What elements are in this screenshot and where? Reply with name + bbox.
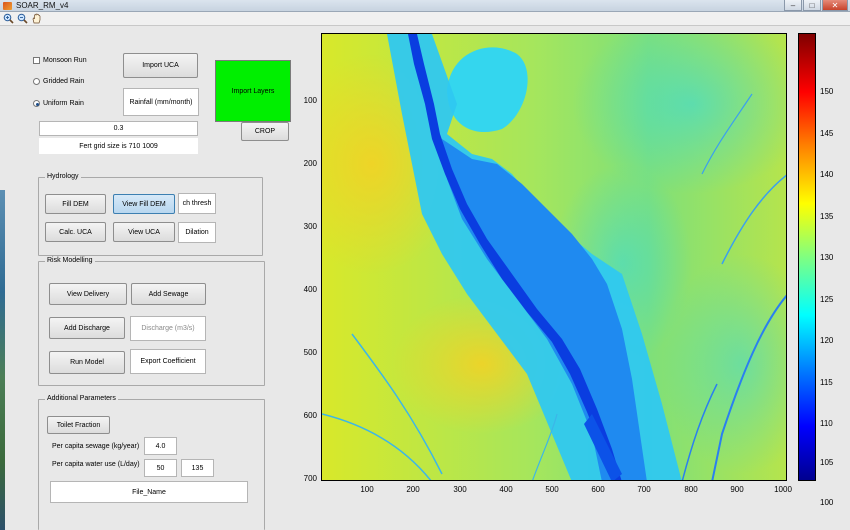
colorbar-tick-label: 145 <box>820 129 834 138</box>
colorbar-tick-label: 110 <box>820 419 833 428</box>
uniform-rain-radio[interactable]: Uniform Rain <box>33 100 84 107</box>
colorbar-tick-label: 115 <box>820 378 833 387</box>
zoom-out-icon[interactable] <box>17 13 28 24</box>
run-model-button[interactable]: Run Model <box>49 351 125 374</box>
maximize-button[interactable]: □ <box>803 0 821 11</box>
monsoon-run-label: Monsoon Run <box>43 57 87 64</box>
colorbar-tick-label: 135 <box>820 212 834 221</box>
calc-uca-button[interactable]: Calc. UCA <box>45 222 106 242</box>
import-layers-button[interactable]: Import Layers <box>215 60 291 122</box>
toilet-fraction-button[interactable]: Toilet Fraction <box>47 416 110 434</box>
zoom-in-icon[interactable] <box>3 13 14 24</box>
view-delivery-button[interactable]: View Delivery <box>49 283 127 305</box>
discharge-field[interactable]: Discharge (m3/s) <box>130 316 206 341</box>
colorbar <box>798 33 816 481</box>
x-tick-label: 400 <box>499 485 513 494</box>
add-sewage-button[interactable]: Add Sewage <box>131 283 206 305</box>
gridded-rain-radio[interactable]: Gridded Rain <box>33 78 84 85</box>
add-discharge-button[interactable]: Add Discharge <box>49 317 125 339</box>
colorbar-tick-label: 120 <box>820 336 834 345</box>
x-tick-label: 1000 <box>774 485 792 494</box>
gridded-rain-label: Gridded Rain <box>43 78 85 85</box>
colorbar-tick-label: 130 <box>820 253 834 262</box>
monsoon-run-checkbox[interactable]: Monsoon Run <box>33 57 87 64</box>
per-capita-water-min-field[interactable]: 50 <box>144 459 177 477</box>
colorbar-tick-label: 105 <box>820 458 834 467</box>
figure-toolbar <box>0 12 850 26</box>
x-tick-label: 200 <box>406 485 420 494</box>
hydrology-group: Hydrology <box>38 173 263 256</box>
radio-circle-selected[interactable] <box>33 100 40 107</box>
x-tick-label: 500 <box>545 485 559 494</box>
y-tick-label: 200 <box>303 159 317 168</box>
per-capita-water-label: Per capita water use (L/day) <box>52 461 140 468</box>
window-controls: – □ ✕ <box>784 0 848 11</box>
radio-circle[interactable] <box>33 78 40 85</box>
dem-map-plot[interactable] <box>321 33 787 481</box>
uniform-rain-label: Uniform Rain <box>43 100 84 107</box>
y-tick-label: 500 <box>303 348 317 357</box>
close-button[interactable]: ✕ <box>822 0 848 11</box>
import-uca-button[interactable]: Import UCA <box>123 53 198 78</box>
per-capita-sewage-label: Per capita sewage (kg/year) <box>52 443 140 450</box>
per-capita-water-max-field[interactable]: 135 <box>181 459 214 477</box>
grid-size-text: Fert grid size is 710 1009 <box>39 138 198 154</box>
view-uca-button[interactable]: View UCA <box>113 222 175 242</box>
rainfall-field[interactable]: Rainfall (mm/month) <box>123 88 199 116</box>
ch-thresh-field[interactable]: ch thresh <box>178 193 216 214</box>
matlab-app-icon <box>3 2 12 10</box>
risk-modelling-title: Risk Modelling <box>45 257 95 264</box>
fill-dem-button[interactable]: Fill DEM <box>45 194 106 214</box>
x-tick-label: 700 <box>637 485 651 494</box>
view-fill-dem-button[interactable]: View Fill DEM <box>113 194 175 214</box>
x-tick-label: 300 <box>453 485 467 494</box>
dilation-field[interactable]: Dilation <box>178 222 216 243</box>
pan-hand-icon[interactable] <box>31 13 42 24</box>
y-tick-label: 300 <box>303 222 317 231</box>
colorbar-tick-label: 140 <box>820 170 834 179</box>
crop-button[interactable]: CROP <box>241 122 289 141</box>
window-titlebar: SOAR_RM_v4 – □ ✕ <box>0 0 850 12</box>
x-tick-label: 900 <box>730 485 744 494</box>
additional-parameters-title: Additional Parameters <box>45 395 118 402</box>
dem-map-axes: 100 200 300 400 500 600 700 100 200 300 … <box>304 33 792 494</box>
colorbar-tick-label: 100 <box>820 498 834 507</box>
colorbar-tick-label: 125 <box>820 295 834 304</box>
dem-map-image <box>322 34 786 480</box>
checkbox-box[interactable] <box>33 57 40 64</box>
x-tick-label: 600 <box>591 485 605 494</box>
minimize-button[interactable]: – <box>784 0 802 11</box>
x-tick-label: 800 <box>684 485 698 494</box>
y-tick-label: 400 <box>303 285 317 294</box>
y-tick-label: 700 <box>303 474 317 483</box>
per-capita-sewage-field[interactable]: 4.0 <box>144 437 177 455</box>
file-name-field[interactable]: File_Name <box>50 481 248 503</box>
hydrology-title: Hydrology <box>45 173 81 180</box>
y-tick-label: 100 <box>303 96 317 105</box>
value-field[interactable]: 0.3 <box>39 121 198 136</box>
y-tick-label: 600 <box>303 411 317 420</box>
window-title: SOAR_RM_v4 <box>16 1 69 10</box>
x-tick-label: 100 <box>360 485 374 494</box>
colorbar-tick-label: 150 <box>820 87 834 96</box>
export-coefficient-field[interactable]: Export Coefficient <box>130 349 206 374</box>
